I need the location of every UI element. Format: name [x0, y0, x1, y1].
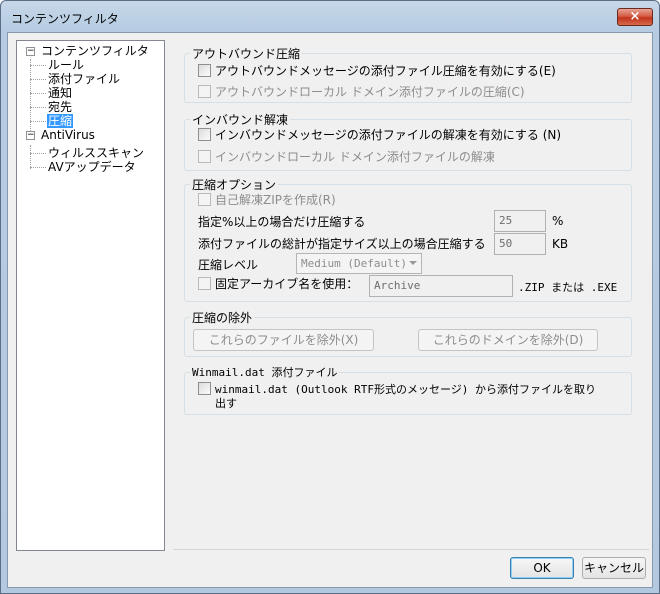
checkbox-box[interactable]	[198, 150, 211, 163]
inbound-enable-label: インバウンドメッセージの添付ファイルの解凍を有効にする (N)	[215, 128, 562, 142]
window-title: コンテンツフィルタ	[11, 12, 119, 26]
checkbox-box[interactable]	[198, 193, 211, 206]
chevron-down-icon	[409, 261, 417, 265]
outbound-local-checkbox[interactable]: アウトバウンドローカル ドメイン添付ファイルの圧縮(C)	[198, 85, 525, 101]
size-label: 添付ファイルの総計が指定サイズ以上の場合圧縮する	[198, 237, 486, 251]
tree-guide-line	[30, 145, 31, 169]
tree-item-recipients[interactable]: 宛先	[48, 100, 72, 114]
tree-item-notifications[interactable]: 通知	[48, 86, 72, 100]
tree-guide-line	[30, 59, 31, 139]
fixed-name-input[interactable]: Archive	[369, 275, 513, 297]
title-bar[interactable]: コンテンツフィルタ ×	[1, 1, 659, 33]
close-icon[interactable]: ×	[617, 8, 653, 26]
ok-button[interactable]: OK	[510, 557, 574, 579]
checkbox-box[interactable]	[198, 64, 211, 77]
expander-minus-icon[interactable]: −	[26, 131, 35, 140]
inbound-local-checkbox[interactable]: インバウンドローカル ドメイン添付ファイルの解凍	[198, 150, 495, 166]
winmail-checkbox[interactable]: winmail.dat (Outlook RTF形式のメッセージ) から添付ファ…	[198, 382, 596, 398]
cancel-button[interactable]: キャンセル	[582, 557, 646, 579]
footer-separator	[173, 549, 649, 550]
threshold-input[interactable]: 25	[494, 210, 546, 232]
tree-item-virus-scan[interactable]: ウィルススキャン	[48, 146, 144, 160]
options-group-title: 圧縮オプション	[190, 176, 279, 193]
dialog-window: コンテンツフィルタ × − コンテンツフィルタ ルール 添付ファイル 通知 宛先…	[0, 0, 660, 594]
size-unit: KB	[552, 237, 569, 251]
winmail-label-line2: 出す	[215, 397, 237, 410]
tree-guide-line	[30, 153, 46, 154]
exclude-files-button[interactable]: これらのファイルを除外(X)	[193, 329, 374, 351]
tree-item-compression[interactable]: 圧縮	[47, 114, 74, 128]
tree-item-rules[interactable]: ルール	[48, 58, 84, 72]
winmail-group-title: Winmail.dat 添付ファイル	[190, 364, 340, 380]
navigation-tree[interactable]: − コンテンツフィルタ ルール 添付ファイル 通知 宛先 圧縮 − AntiVi…	[16, 40, 165, 551]
level-label: 圧縮レベル	[198, 258, 259, 272]
dialog-client: − コンテンツフィルタ ルール 添付ファイル 通知 宛先 圧縮 − AntiVi…	[7, 32, 653, 588]
level-dropdown[interactable]: Medium (Default)	[296, 253, 422, 274]
tree-item-attachments[interactable]: 添付ファイル	[48, 72, 120, 86]
tree-guide-line	[30, 121, 46, 122]
tree-guide-line	[30, 65, 46, 66]
level-dropdown-value: Medium (Default)	[301, 257, 407, 270]
inbound-group-title: インバウンド解凍	[190, 111, 291, 128]
tree-item-compression-label: 圧縮	[47, 114, 74, 128]
threshold-label: 指定%以上の場合だけ圧縮する	[198, 215, 366, 229]
tree-item-antivirus[interactable]: AntiVirus	[41, 128, 95, 142]
checkbox-box[interactable]	[198, 382, 211, 395]
checkbox-box[interactable]	[198, 85, 211, 98]
fixed-name-label: 固定アーカイブ名を使用：	[215, 277, 359, 291]
tree-item-content-filter[interactable]: コンテンツフィルタ	[41, 44, 149, 58]
outbound-enable-checkbox[interactable]: アウトバウンドメッセージの添付ファイル圧縮を有効にする(E)	[198, 64, 556, 80]
inbound-enable-checkbox[interactable]: インバウンドメッセージの添付ファイルの解凍を有効にする (N)	[198, 128, 561, 144]
sfx-checkbox[interactable]: 自己解凍ZIPを作成(R)	[198, 193, 336, 209]
tree-guide-line	[30, 79, 46, 80]
checkbox-box[interactable]	[198, 128, 211, 141]
tree-guide-line	[30, 93, 46, 94]
exclude-domains-button[interactable]: これらのドメインを除外(D)	[418, 329, 598, 351]
tree-guide-line	[30, 167, 46, 168]
tree-guide-line	[30, 107, 46, 108]
checkbox-box[interactable]	[198, 277, 211, 290]
outbound-enable-label: アウトバウンドメッセージの添付ファイル圧縮を有効にする(E)	[215, 64, 556, 78]
expander-minus-icon[interactable]: −	[26, 47, 35, 56]
exclusions-group-title: 圧縮の除外	[190, 309, 255, 326]
tree-item-av-updater[interactable]: AVアップデータ	[48, 160, 136, 174]
size-input[interactable]: 50	[494, 233, 546, 255]
inbound-local-label: インバウンドローカル ドメイン添付ファイルの解凍	[215, 150, 495, 164]
outbound-local-label: アウトバウンドローカル ドメイン添付ファイルの圧縮(C)	[215, 85, 525, 99]
fixed-name-checkbox[interactable]: 固定アーカイブ名を使用：	[198, 277, 358, 293]
extension-note: .ZIP または .EXE	[518, 281, 618, 294]
threshold-unit: %	[552, 214, 564, 228]
outbound-group-title: アウトバウンド圧縮	[190, 45, 303, 62]
sfx-label: 自己解凍ZIPを作成(R)	[215, 193, 336, 207]
winmail-label-line1: winmail.dat (Outlook RTF形式のメッセージ) から添付ファ…	[215, 383, 596, 396]
